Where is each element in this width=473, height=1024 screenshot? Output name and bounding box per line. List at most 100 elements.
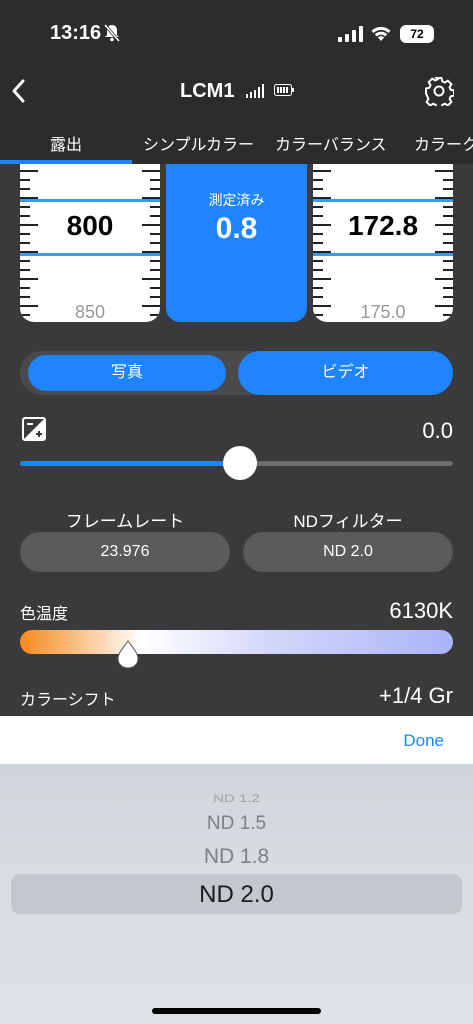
mode-photo-button[interactable]: 写真 — [28, 355, 226, 391]
measured-label: 測定済み — [208, 192, 265, 208]
picker-option[interactable]: ND 1.8 — [0, 845, 473, 869]
color-temp-value: 6130K — [389, 598, 453, 623]
ruler-tick — [142, 224, 160, 226]
ruler-tick — [20, 296, 30, 298]
back-chevron-icon[interactable] — [8, 76, 28, 112]
ruler-tick — [313, 305, 331, 307]
iso-meter[interactable]: 800 850 — [20, 164, 160, 322]
frame-rate-selector[interactable]: 23.976 — [20, 532, 230, 572]
ruler-tick — [443, 296, 453, 298]
picker-option[interactable]: ND 1.2 — [0, 792, 473, 805]
ruler-tick — [20, 215, 30, 217]
ruler-tick — [313, 242, 323, 244]
shutter-value: 172.8 — [347, 210, 419, 241]
ruler-tick — [443, 260, 453, 262]
ruler-tick — [443, 206, 453, 208]
ruler-tick — [150, 296, 160, 298]
tab-simple-color[interactable]: シンプルカラー — [143, 131, 254, 155]
ruler-tick — [20, 314, 30, 316]
ruler-tick — [20, 251, 38, 253]
ruler-tick — [20, 278, 38, 280]
ruler-tick — [443, 242, 453, 244]
device-battery-icon — [274, 84, 294, 96]
color-temp-slider-thumb[interactable] — [117, 640, 139, 668]
ruler-tick — [313, 233, 323, 235]
bell-muted-icon — [103, 24, 121, 47]
ruler-tick — [150, 314, 160, 316]
picker-selected-option[interactable]: ND 2.0 — [0, 881, 473, 909]
ruler-tick — [142, 305, 160, 307]
ruler-tick — [142, 170, 160, 172]
battery-indicator: 72 — [400, 25, 434, 43]
nd-filter-selector[interactable]: ND 2.0 — [243, 532, 453, 572]
ruler-tick — [313, 170, 331, 172]
ruler-tick — [313, 215, 323, 217]
ruler-tick — [150, 242, 160, 244]
ruler-tick — [313, 260, 323, 262]
exposure-compensation-value: 0.0 — [422, 418, 453, 443]
shutter-next-value: 175.0 — [360, 302, 406, 322]
ruler-tick — [313, 251, 331, 253]
ruler-tick — [435, 170, 453, 172]
ruler-tick — [313, 188, 323, 190]
ruler-tick — [435, 224, 453, 226]
ruler-tick — [20, 260, 30, 262]
nav-bar — [0, 70, 473, 118]
tab-color-balance[interactable]: カラーバランス — [275, 131, 387, 155]
ruler-tick — [313, 206, 323, 208]
ruler-tick — [435, 305, 453, 307]
ruler-tick — [313, 224, 331, 226]
ruler-tick — [313, 296, 323, 298]
shutter-meter[interactable]: 172.8 175.0 — [313, 164, 453, 322]
iso-next-value: 850 — [74, 302, 106, 322]
ruler-tick — [20, 179, 30, 181]
ruler-tick — [20, 233, 30, 235]
home-indicator — [152, 1008, 321, 1014]
ruler-tick — [313, 197, 331, 199]
ruler-tick — [142, 251, 160, 253]
picker-option[interactable]: ND 1.5 — [0, 813, 473, 835]
ruler-tick — [443, 287, 453, 289]
color-temp-slider[interactable] — [20, 630, 453, 654]
ruler-tick — [20, 224, 38, 226]
mode-video-button[interactable]: ビデオ — [238, 351, 453, 395]
iso-value: 800 — [66, 210, 114, 241]
ruler-tick — [313, 278, 331, 280]
ruler-tick — [150, 269, 160, 271]
color-temp-label: 色温度 — [20, 606, 69, 623]
device-signal-icon — [246, 84, 264, 98]
nd-filter-label: NDフィルター — [293, 512, 403, 531]
ruler-tick — [20, 206, 30, 208]
ruler-tick — [20, 170, 38, 172]
ruler-tick — [20, 197, 38, 199]
ruler-tick — [443, 188, 453, 190]
ruler-tick — [150, 233, 160, 235]
gear-icon[interactable] — [424, 76, 454, 106]
tab-exposure[interactable]: 露出 — [50, 131, 82, 155]
measured-value: 0.8 — [215, 212, 258, 245]
ruler-tick — [150, 260, 160, 262]
done-button[interactable]: Done — [403, 731, 444, 751]
ruler-tick — [313, 179, 323, 181]
color-shift-label: カラーシフト — [20, 692, 116, 709]
ruler-tick — [443, 269, 453, 271]
ruler-tick — [313, 287, 323, 289]
ruler-tick — [150, 179, 160, 181]
exposure-slider-thumb[interactable] — [223, 446, 257, 480]
tab-color-other[interactable]: カラーク — [414, 131, 473, 155]
ruler-tick — [20, 287, 30, 289]
exposure-compensation-icon — [22, 417, 46, 441]
ruler-tick — [313, 269, 323, 271]
ruler-tick — [150, 206, 160, 208]
ruler-tick — [20, 269, 30, 271]
cellular-signal-icon — [338, 26, 363, 42]
ruler-tick — [142, 278, 160, 280]
ruler-tick — [142, 197, 160, 199]
ruler-tick — [20, 305, 38, 307]
exposure-slider-track[interactable] — [240, 461, 453, 466]
ruler-tick — [20, 242, 30, 244]
ruler-tick — [150, 287, 160, 289]
status-time: 13:16 — [50, 22, 102, 44]
ruler-tick — [150, 188, 160, 190]
ruler-tick — [20, 188, 30, 190]
